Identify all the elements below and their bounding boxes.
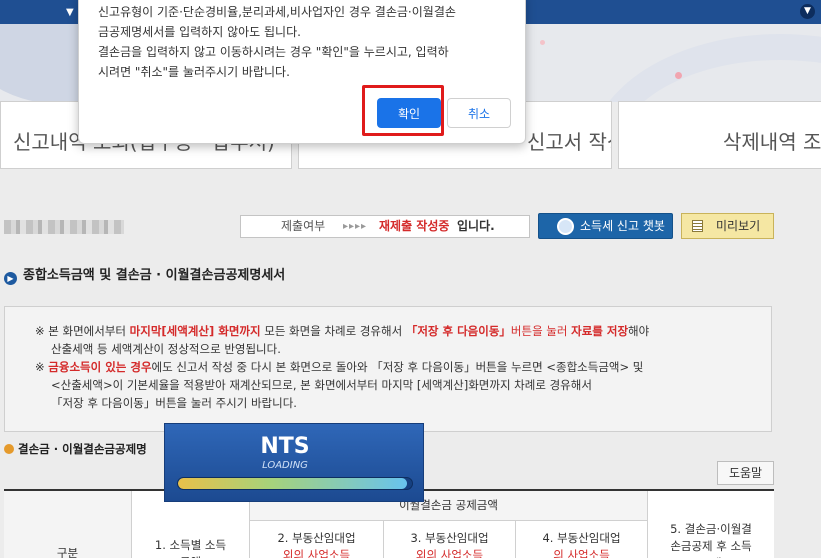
notice-line: 「저장 후 다음이동」버튼을 눌러 주시기 바랍니다. [51,396,297,410]
table-header-cell: 2. 부동산임대업 외의 사업소득 [250,521,384,558]
ok-button[interactable]: 확인 [377,98,441,128]
table-header-cell: 구분 [4,491,132,558]
bullet-icon [4,444,14,454]
loading-progress-fill [178,478,408,489]
notice-line: <산출세액>이 기본세율을 적용받아 재계산되므로, 본 화면에서부터 마지막 … [51,378,592,392]
confirm-dialog: 신고유형이 기준·단순경비율,분리과세,비사업자인 경우 결손금·이월결손 금공… [78,0,526,144]
loading-progress-bar [177,477,413,490]
dialog-message-line: 금공제명세서를 입력하지 않아도 됩니다. [98,25,301,39]
subsection-title: 결손금 · 이월결손금공제명 [4,441,147,457]
dialog-message-line: 결손금을 입력하지 않고 이동하시려는 경우 "확인"을 누르시고, 입력하 [98,45,449,59]
table-header-cell: 5. 결손금·이월결손금공제 후 소득금액 [648,491,774,558]
dialog-message-line: 시려면 "취소"를 눌러주시기 바랍니다. [98,65,290,79]
document-icon [692,220,703,232]
expand-menu-icon[interactable]: ▼ [800,4,815,19]
arrows-icon: ▸▸▸▸ [343,221,368,232]
notice-line: 산출세액 등 세액계산이 정상적으로 반영됩니다. [51,342,281,356]
chatbot-button[interactable]: 소득세 신고 챗봇 [538,213,673,239]
table-header-cell: 4. 부동산임대업 의 사업소득 [516,521,648,558]
help-button[interactable]: 도움말 [717,461,774,485]
section-title: ▶ 종합소득금액 및 결손금 · 이월결손금공제명세서 [4,264,285,285]
submission-status: 제출여부 ▸▸▸▸ 재제출 작성중 입니다. [240,215,530,238]
tab-deleted-history[interactable]: 삭제내역 조회 [618,101,821,169]
arrow-right-icon: ▶ [4,272,17,285]
chatbot-icon [557,218,574,235]
cancel-button[interactable]: 취소 [447,98,511,128]
loading-text: LOADING [262,460,308,471]
nts-logo: NTS [260,434,310,459]
loading-overlay: NTS LOADING [164,423,424,502]
notice-line: ※ 금융소득이 있는 경우에도 신고서 작성 중 다시 본 화면으로 돌아와 「… [35,360,644,374]
menu-caret-icon[interactable]: ▼ [66,7,74,18]
dialog-message-line: 신고유형이 기준·단순경비율,분리과세,비사업자인 경우 결손금·이월결손 [98,5,456,19]
preview-button[interactable]: 미리보기 [681,213,774,239]
banner-dot [675,72,682,79]
table-header-cell: 3. 부동산임대업 외의 사업소득 [384,521,516,558]
banner-decoration [590,34,821,102]
notice-line: ※ 본 화면에서부터 마지막[세액계산] 화면까지 모든 화면을 차례로 경유해… [35,324,650,338]
banner-dot [540,40,545,45]
user-name-redacted [4,220,124,234]
notice-box: ※ 본 화면에서부터 마지막[세액계산] 화면까지 모든 화면을 차례로 경유해… [4,306,772,432]
